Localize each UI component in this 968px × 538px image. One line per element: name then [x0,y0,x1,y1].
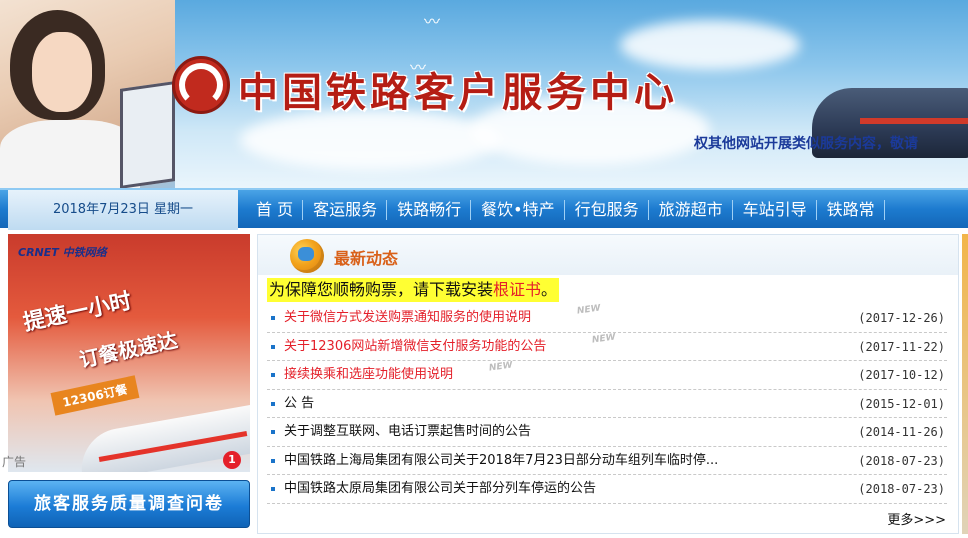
marquee-notice[interactable]: 权其他网站开展类似服务内容，敬请 [694,133,918,153]
ad-subheadline: 订餐极速达 [76,327,180,373]
new-badge-icon: NEW [591,331,617,346]
nav-items: 首 页 客运服务 铁路畅行 餐饮•特产 行包服务 旅游超市 车站引导 铁路常 [246,190,885,230]
news-item[interactable]: 关于调整互联网、电话订票起售时间的公告 (2014-11-26) [267,418,947,447]
ad-tag: 12306订餐 [50,375,140,416]
nav-item-station-guide[interactable]: 车站引导 [733,190,817,230]
site-title: 中国铁路客户服务中心 [238,69,678,116]
notice-suffix: 。 [541,280,558,299]
new-badge-icon: NEW [488,360,514,374]
news-item[interactable]: 接续换乘和选座功能使用说明 NEW (2017-10-12) [267,360,947,390]
news-item[interactable]: 公 告 (2015-12-01) [267,390,947,418]
news-header: 最新动态 [258,235,958,275]
bullet-icon [271,487,275,491]
root-certificate-link[interactable]: 根证书 [493,280,541,299]
nav-item-luggage-service[interactable]: 行包服务 [565,190,649,230]
news-item-title[interactable]: 中国铁路上海局集团有限公司关于2018年7月23日部分动车组列车临时停... [284,447,718,475]
more-news-link[interactable]: 更多>>> [887,509,946,528]
right-side-panel-edge [962,234,968,534]
locomotive-stripe [860,118,968,124]
bullet-icon [271,458,275,463]
bullet-icon [271,430,275,434]
news-item-title[interactable]: 中国铁路太原局集团有限公司关于部分列车停运的公告 [284,475,596,503]
current-date: 2018年7月23日 星期一 [8,190,238,230]
news-item[interactable]: 中国铁路上海局集团有限公司关于2018年7月23日部分动车组列车临时停... (… [267,447,947,475]
nav-item-home[interactable]: 首 页 [246,190,304,230]
news-item[interactable]: 关于12306网站新增微信支付服务功能的公告 NEW (2017-11-22) [267,332,947,361]
customer-service-agent-image [0,0,175,188]
ad-label: 广告 [2,455,27,469]
news-title: 最新动态 [334,249,399,268]
news-item-date: (2018-07-23) [858,482,945,496]
survey-button[interactable]: 旅客服务质量调查问卷 [8,480,250,528]
agent-face [32,32,92,112]
news-item-date: (2017-12-26) [858,311,945,325]
news-item-title[interactable]: 接续换乘和选座功能使用说明 [284,361,453,389]
news-item-date: (2017-10-12) [858,368,945,382]
nav-item-railway-faq[interactable]: 铁路常 [817,190,885,230]
cloud-decoration [240,110,500,170]
notice-text: 为保障您顺畅购票，请下载安装 [269,280,494,299]
ad-logo: CRNET 中铁网络 [18,246,107,259]
nav-item-travel-market[interactable]: 旅游超市 [649,190,733,230]
nav-item-passenger-service[interactable]: 客运服务 [303,190,388,230]
news-item-title[interactable]: 关于微信方式发送购票通知服务的使用说明 [284,304,531,332]
bullet-icon [271,373,275,377]
news-item-date: (2015-12-01) [858,396,945,411]
news-item-title[interactable]: 公 告 [284,390,314,418]
monitor-image [120,81,175,188]
news-panel: 最新动态 为保障您顺畅购票，请下载安装根证书。 关于微信方式发送购票通知服务的使… [257,234,959,534]
nav-item-food-specialty[interactable]: 餐饮•特产 [471,190,566,230]
main-nav: 2018年7月23日 星期一 首 页 客运服务 铁路畅行 餐饮•特产 行包服务 … [0,188,968,230]
globe-icon [290,239,324,273]
news-item-date: (2017-11-22) [858,339,945,354]
ad-page-badge[interactable]: 1 [223,451,241,469]
agent-shirt [0,120,140,188]
page: 〰 〰 中国铁路客户服务中心 权其他网站开展类似服务内容，敬请 2018年7月2… [0,0,968,538]
certificate-notice: 为保障您顺畅购票，请下载安装根证书。 [267,278,560,302]
header-banner: 〰 〰 中国铁路客户服务中心 权其他网站开展类似服务内容，敬请 [0,0,968,188]
new-badge-icon: NEW [576,303,602,317]
news-item-title[interactable]: 关于调整互联网、电话订票起售时间的公告 [284,418,531,446]
advertisement-banner[interactable]: CRNET 中铁网络 提速一小时 订餐极速达 12306订餐 [8,234,250,472]
bullet-icon [271,316,275,320]
news-item[interactable]: 中国铁路太原局集团有限公司关于部分列车停运的公告 (2018-07-23) [267,475,947,504]
news-item-date: (2014-11-26) [858,425,945,439]
bullet-icon [271,401,275,406]
nav-item-railway-travel[interactable]: 铁路畅行 [387,190,472,230]
bird-icon: 〰 [424,12,441,31]
ad-headline: 提速一小时 [21,288,134,337]
bullet-icon [271,344,275,349]
news-item-date: (2018-07-23) [858,453,945,468]
news-list: 关于微信方式发送购票通知服务的使用说明 NEW (2017-12-26) 关于1… [267,303,947,504]
railway-logo-icon [172,56,230,114]
